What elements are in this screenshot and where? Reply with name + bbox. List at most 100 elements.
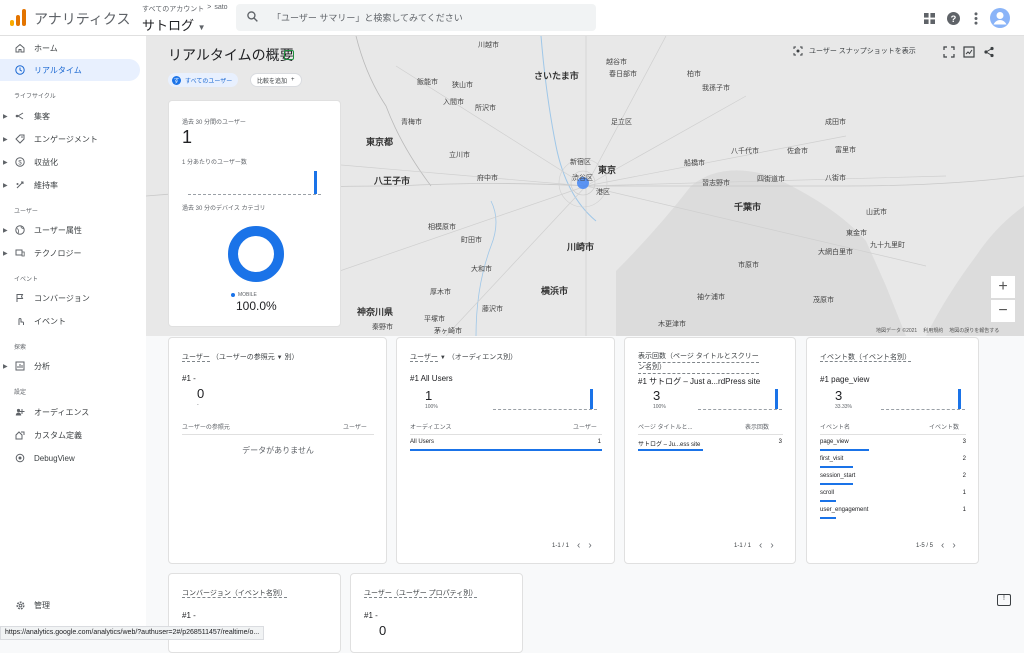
sidebar-item-monetization[interactable]: ▶ $ 収益化 xyxy=(0,151,140,173)
snapshot-label: ユーザー スナップショットを表示 xyxy=(809,48,916,55)
map-label: 富里市 xyxy=(835,147,856,154)
sidebar-item-engagement[interactable]: ▶ エンゲージメント xyxy=(0,128,140,150)
top-value: 3 xyxy=(835,388,843,403)
custom-definitions-icon xyxy=(14,429,26,441)
card-title[interactable]: ユーザー ▼ （オーディエンス別） xyxy=(410,352,517,362)
prev-page-icon[interactable]: ‹ xyxy=(759,540,762,551)
top-value: 3 xyxy=(653,388,661,403)
sidebar-item-explore[interactable]: ▶ 分析 xyxy=(0,355,140,377)
fullscreen-icon[interactable] xyxy=(943,46,955,58)
card-title[interactable]: ユーザー （ユーザーの参照元 ▼ 別） xyxy=(182,352,299,362)
sidebar-item-demographics[interactable]: ▶ ユーザー属性 xyxy=(0,219,140,241)
map-attr-report[interactable]: 地図の誤りを報告する xyxy=(949,327,999,334)
next-page-icon[interactable]: › xyxy=(952,540,955,551)
map-attr-terms[interactable]: 利用規約 xyxy=(923,327,943,334)
top-percent: 100% xyxy=(425,404,438,410)
top-rank: #1 All Users xyxy=(410,374,453,383)
card-title[interactable]: コンバージョン（イベント名別） xyxy=(182,588,287,598)
engagement-icon xyxy=(14,133,26,145)
table-row-bar xyxy=(820,466,853,468)
sidebar-item-custom-definitions[interactable]: カスタム定義 xyxy=(0,424,140,446)
sidebar-item-label: リアルタイム xyxy=(34,65,82,75)
devices-icon xyxy=(14,247,26,259)
sidebar-item-admin[interactable]: 管理 xyxy=(0,594,140,616)
property-name[interactable]: サトログ ▼ xyxy=(142,15,228,34)
property-label: サトログ xyxy=(142,18,195,33)
feedback-icon[interactable]: ! xyxy=(997,594,1011,606)
help-icon[interactable]: ? xyxy=(945,10,961,26)
sidebar-item-home[interactable]: ホーム xyxy=(0,37,140,59)
top-rank: #1 page_view xyxy=(820,375,870,384)
map-label: 神奈川県 xyxy=(357,307,394,317)
card-title[interactable]: ユーザー（ユーザー プロパティ別） xyxy=(364,588,478,598)
add-comparison-button[interactable]: 比較を追加 + xyxy=(250,73,302,87)
sidebar-item-label: 管理 xyxy=(34,600,50,610)
legend-label: MOBILE xyxy=(238,292,257,298)
sparkline-bar xyxy=(314,171,317,194)
sparkline-bar xyxy=(775,389,778,409)
map-label: 東京都 xyxy=(366,137,394,147)
summary-card: 過去 30 分間のユーザー 1 1 分あたりのユーザー数 過去 30 分のデバイ… xyxy=(168,100,341,327)
zoom-in-button[interactable]: + xyxy=(991,276,1015,298)
map-label: 町田市 xyxy=(461,237,482,244)
avatar[interactable] xyxy=(990,8,1010,28)
table-row-bar xyxy=(820,449,869,451)
map-label: 飯能市 xyxy=(417,79,438,86)
table-row-label: サトログ – Ju...ess site xyxy=(638,442,701,448)
card-users-by-audience: ユーザー ▼ （オーディエンス別） #1 All Users 1 100% オー… xyxy=(396,337,615,564)
expand-arrow-icon: ▶ xyxy=(3,250,8,257)
table-row-bar xyxy=(820,517,836,519)
map-label: 青梅市 xyxy=(401,119,422,126)
apps-grid-icon[interactable] xyxy=(921,10,937,26)
map-label: さいたま市 xyxy=(534,71,579,81)
users-30min-label: 過去 30 分間のユーザー xyxy=(182,120,246,126)
card-conversions: コンバージョン（イベント名別） #1 - 0 xyxy=(168,573,341,653)
sidebar-item-events[interactable]: イベント xyxy=(0,310,140,332)
analytics-logo[interactable] xyxy=(10,9,26,26)
compare-icon[interactable] xyxy=(963,46,975,58)
prev-page-icon[interactable]: ‹ xyxy=(941,540,944,551)
map-label: 入間市 xyxy=(443,99,464,106)
card-title[interactable]: 表示回数（ページ タイトルとスクリー ン名別） xyxy=(638,352,759,374)
more-vert-icon[interactable] xyxy=(968,10,984,26)
share-icon[interactable] xyxy=(983,46,995,58)
all-users-chip[interactable]: す すべてのユーザー xyxy=(168,73,239,87)
users-30min-value: 1 xyxy=(182,127,193,147)
prev-page-icon[interactable]: ‹ xyxy=(577,540,580,551)
sidebar-item-label: テクノロジー xyxy=(34,248,82,258)
card-events-by-name: イベント数（イベント名別） #1 page_view 3 33.33% イベント… xyxy=(806,337,979,564)
search-box[interactable] xyxy=(236,4,596,31)
table-row-value: 3 xyxy=(962,439,966,445)
table-row-label: user_engagement xyxy=(820,507,869,513)
map-attr-data: 地図データ ©2021 xyxy=(876,328,918,334)
map-label: 大和市 xyxy=(471,266,492,273)
user-snapshot-button[interactable]: ユーザー スナップショットを表示 xyxy=(793,46,916,56)
search-input[interactable] xyxy=(272,9,582,26)
device-percent: 100.0% xyxy=(236,299,277,313)
account-selector[interactable]: すべてのアカウント > sato サトログ ▼ xyxy=(142,4,228,34)
sidebar-item-tech[interactable]: ▶ テクノロジー xyxy=(0,242,140,264)
card-title[interactable]: イベント数（イベント名別） xyxy=(820,352,911,362)
divider xyxy=(182,434,374,435)
sidebar-item-acquisition[interactable]: ▶ 集客 xyxy=(0,105,140,127)
sparkline xyxy=(698,389,782,410)
next-page-icon[interactable]: › xyxy=(588,540,591,551)
account-breadcrumb: すべてのアカウント > sato xyxy=(142,4,228,14)
map-label: 市原市 xyxy=(738,262,759,269)
map-label: 大網白里市 xyxy=(818,249,853,256)
sidebar-item-conversions[interactable]: コンバージョン xyxy=(0,287,140,309)
expand-arrow-icon: ▶ xyxy=(3,136,8,143)
flag-icon xyxy=(14,292,26,304)
sidebar-item-audiences[interactable]: オーディエンス xyxy=(0,401,140,423)
map-label: 成田市 xyxy=(825,119,846,126)
sidebar-item-retention[interactable]: ▶ 維持率 xyxy=(0,174,140,196)
top-value: 1 xyxy=(425,388,433,403)
zoom-out-button[interactable]: − xyxy=(991,300,1015,322)
sidebar-item-debugview[interactable]: DebugView xyxy=(0,447,140,469)
audience-icon xyxy=(14,406,26,418)
caret-down-icon: ▼ xyxy=(439,355,446,361)
next-page-icon[interactable]: › xyxy=(770,540,773,551)
acquisition-icon xyxy=(14,110,26,122)
col-header: イベント数 xyxy=(929,425,960,431)
sidebar-item-realtime[interactable]: リアルタイム xyxy=(0,59,140,81)
